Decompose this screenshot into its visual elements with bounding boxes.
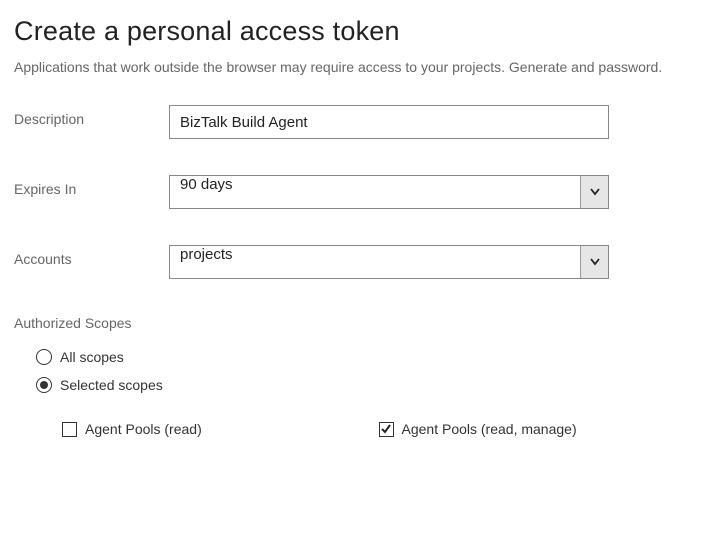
authorized-scopes-label: Authorized Scopes — [14, 315, 695, 331]
radio-all-scopes[interactable]: All scopes — [36, 349, 695, 365]
radio-icon — [36, 377, 52, 393]
expires-row: Expires In 90 days — [14, 175, 695, 209]
check-agent-pools-read-label: Agent Pools (read) — [85, 421, 202, 437]
checkbox-icon — [379, 422, 394, 437]
accounts-label: Accounts — [14, 245, 169, 267]
accounts-row: Accounts projects — [14, 245, 695, 279]
scope-radio-group: All scopes Selected scopes — [14, 349, 695, 393]
radio-selected-scopes[interactable]: Selected scopes — [36, 377, 695, 393]
accounts-select[interactable]: projects — [169, 245, 609, 279]
expires-label: Expires In — [14, 175, 169, 197]
description-label: Description — [14, 105, 169, 127]
accounts-select-wrap[interactable]: projects — [169, 245, 609, 279]
radio-all-scopes-label: All scopes — [60, 349, 124, 365]
radio-icon — [36, 349, 52, 365]
radio-selected-scopes-label: Selected scopes — [60, 377, 163, 393]
check-agent-pools-read[interactable]: Agent Pools (read) — [62, 421, 379, 437]
page-subtitle: Applications that work outside the brows… — [14, 57, 695, 77]
description-row: Description — [14, 105, 695, 139]
scope-checks: Agent Pools (read) Agent Pools (read, ma… — [14, 421, 695, 449]
description-input[interactable] — [169, 105, 609, 139]
page-title: Create a personal access token — [14, 16, 695, 47]
expires-select-wrap[interactable]: 90 days — [169, 175, 609, 209]
check-agent-pools-manage-label: Agent Pools (read, manage) — [402, 421, 577, 437]
checkbox-icon — [62, 422, 77, 437]
expires-select[interactable]: 90 days — [169, 175, 609, 209]
check-agent-pools-manage[interactable]: Agent Pools (read, manage) — [379, 421, 696, 437]
